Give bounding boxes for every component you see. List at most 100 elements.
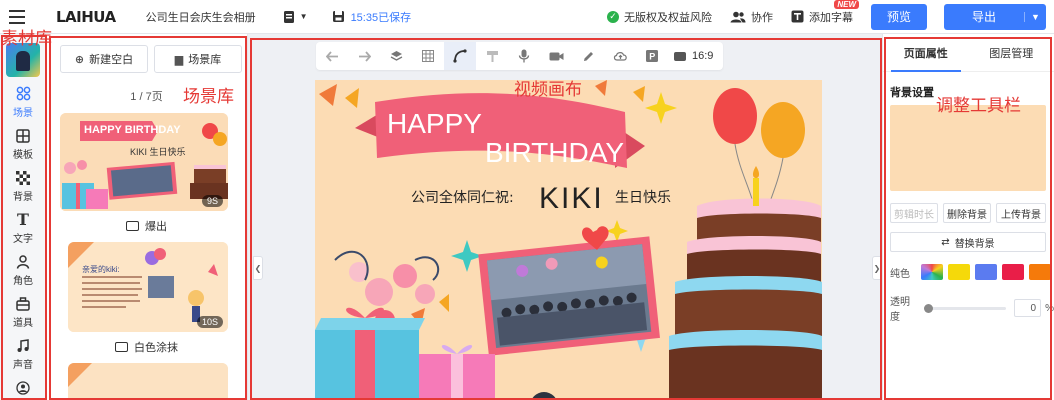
- nav-item-props[interactable]: 道具: [0, 291, 46, 333]
- new-blank-label: 新建空白: [89, 54, 134, 66]
- wish-text: 生日快乐: [615, 190, 671, 206]
- replace-background-button[interactable]: ⇄ 替换背景: [890, 232, 1046, 252]
- user-circle-icon: [15, 380, 31, 396]
- collab-button[interactable]: 协作: [730, 9, 773, 25]
- copyright-status[interactable]: ✓ 无版权及权益风险: [607, 9, 712, 25]
- color-picker-icon[interactable]: [921, 264, 943, 280]
- collapse-left-icon[interactable]: ❮: [253, 256, 263, 280]
- nav-item-text[interactable]: T 文字: [0, 207, 46, 249]
- parking-icon[interactable]: P: [636, 42, 668, 70]
- logo: LAIHUA: [56, 7, 116, 26]
- cloud-upload-icon[interactable]: [604, 42, 636, 70]
- grid-icon[interactable]: [412, 42, 444, 70]
- nav-item-sound[interactable]: 声音: [0, 333, 46, 375]
- nav-label: 场景: [13, 107, 33, 119]
- scene-thumbnail[interactable]: HAPPY BIRTHDAY KIKI 生日快乐 9S: [60, 113, 228, 211]
- percent-label: %: [1045, 302, 1054, 314]
- tab-page-properties[interactable]: 页面属性: [883, 34, 969, 72]
- banner-title-line1: HAPPY: [387, 108, 482, 139]
- color-swatch-orange[interactable]: [1029, 264, 1051, 280]
- document-icon: [283, 10, 294, 23]
- nav-label: 角色: [13, 275, 33, 287]
- nav-item-template[interactable]: 模板: [0, 123, 46, 165]
- annotation-video-canvas: 视频画布: [514, 80, 582, 100]
- color-swatch-yellow[interactable]: [948, 264, 970, 280]
- nav-label: 声音: [13, 359, 33, 371]
- camera-icon[interactable]: [540, 42, 572, 70]
- text-icon: T: [17, 209, 29, 229]
- color-swatch-blue[interactable]: [975, 264, 997, 280]
- users-icon: [730, 11, 746, 22]
- props-icon: [15, 296, 31, 312]
- nav-label: 模板: [13, 149, 33, 161]
- solid-color-label: 纯色: [890, 268, 910, 280]
- tab-layer-management[interactable]: 图层管理: [969, 34, 1054, 71]
- aspect-ratio-button[interactable]: 16:9: [668, 50, 723, 62]
- opacity-slider[interactable]: [923, 303, 1006, 313]
- scene-thumb-title: HAPPY BIRTHDAY: [84, 124, 181, 136]
- scene-icon: [15, 86, 31, 102]
- transition-icon: [126, 221, 139, 231]
- scene-thumbnail[interactable]: 亲爱的kiki: 10S: [68, 242, 228, 332]
- svg-text:P: P: [649, 52, 655, 62]
- scene-transition-label[interactable]: 白色涂抹: [46, 340, 247, 354]
- nav-item-mine[interactable]: 我的: [0, 375, 46, 400]
- aspect-ratio-label: 16:9: [692, 50, 714, 62]
- scene-library-label: 场景库: [188, 54, 222, 66]
- adjust-toolbar-panel: 页面属性 图层管理 背景设置 剪辑时长 删除背景 上传背景 ⇄ 替换背景 纯色 …: [882, 34, 1054, 400]
- greeting-text: 公司全体同仁祝:: [411, 189, 514, 206]
- collab-label: 协作: [751, 11, 773, 24]
- background-preview[interactable]: [890, 105, 1046, 191]
- chevron-down-icon[interactable]: ▼: [1024, 11, 1046, 22]
- material-library-nav: 场景 模板 背景 T 文字 角色 道具 声音 我: [0, 34, 46, 400]
- upload-background-button[interactable]: 上传背景: [996, 203, 1046, 223]
- replace-background-label: 替换背景: [954, 238, 995, 250]
- annotation-adjust-toolbar: 调整工具栏: [936, 96, 1021, 116]
- template-icon: [15, 128, 31, 144]
- scene-thumbnail[interactable]: [68, 363, 228, 400]
- collapse-right-icon[interactable]: ❯: [872, 256, 882, 280]
- save-icon[interactable]: [332, 10, 345, 23]
- layers-icon[interactable]: [380, 42, 412, 70]
- edit-icon[interactable]: [572, 42, 604, 70]
- subtitle-label: 添加字幕: [809, 11, 853, 24]
- delete-background-button[interactable]: 删除背景: [943, 203, 991, 223]
- slider-handle[interactable]: [923, 303, 933, 313]
- brush-icon[interactable]: [476, 42, 508, 70]
- scene-library-button[interactable]: ▆ 场景库: [154, 45, 242, 73]
- nav-label: 道具: [13, 317, 33, 329]
- save-status-text: 15:35已保存: [350, 11, 412, 24]
- color-swatch-red[interactable]: [1002, 264, 1024, 280]
- opacity-label: 透明度: [890, 297, 910, 323]
- nav-item-scene[interactable]: 场景: [0, 81, 46, 123]
- undo-icon[interactable]: [316, 42, 348, 70]
- project-title[interactable]: 公司生日会庆生会相册: [146, 9, 256, 25]
- opacity-row: 透明度 0 %: [890, 293, 1054, 323]
- nav-item-character[interactable]: 角色: [0, 249, 46, 291]
- nav-label: 背景: [13, 191, 33, 203]
- export-label: 导出: [971, 10, 996, 24]
- background-icon: [15, 170, 31, 186]
- transition-name: 爆出: [145, 221, 167, 233]
- draw-path-icon[interactable]: [444, 42, 476, 70]
- preview-button[interactable]: 预览: [871, 3, 927, 30]
- subtitle-button[interactable]: 添加字幕 NEW: [791, 0, 859, 25]
- opacity-input[interactable]: 0: [1013, 299, 1042, 317]
- scene-transition-label[interactable]: 爆出: [46, 219, 247, 233]
- video-stage[interactable]: HAPPY BIRTHDAY 公司全体同仁祝: KIKI 生日快乐: [315, 80, 822, 400]
- new-blank-scene-button[interactable]: ⊕ 新建空白: [60, 45, 148, 73]
- document-menu-button[interactable]: ▼: [276, 7, 314, 27]
- nav-item-background[interactable]: 背景: [0, 165, 46, 207]
- scene-thumb-name: KIKI 生日快乐: [130, 146, 186, 157]
- mic-icon[interactable]: [508, 42, 540, 70]
- subtitle-icon: [791, 10, 804, 23]
- redo-icon[interactable]: [348, 42, 380, 70]
- scene-duration: 9S: [201, 195, 223, 207]
- scene-thumb-title: 亲爱的kiki:: [82, 264, 120, 274]
- scene-duration: 10S: [196, 316, 223, 328]
- banner-title-line2: BIRTHDAY: [485, 137, 624, 168]
- save-status: 15:35已保存: [332, 9, 412, 25]
- nav-label: 文字: [13, 233, 33, 245]
- export-button[interactable]: 导出 ▼: [944, 3, 1046, 30]
- trim-duration-button[interactable]: 剪辑时长: [890, 203, 938, 223]
